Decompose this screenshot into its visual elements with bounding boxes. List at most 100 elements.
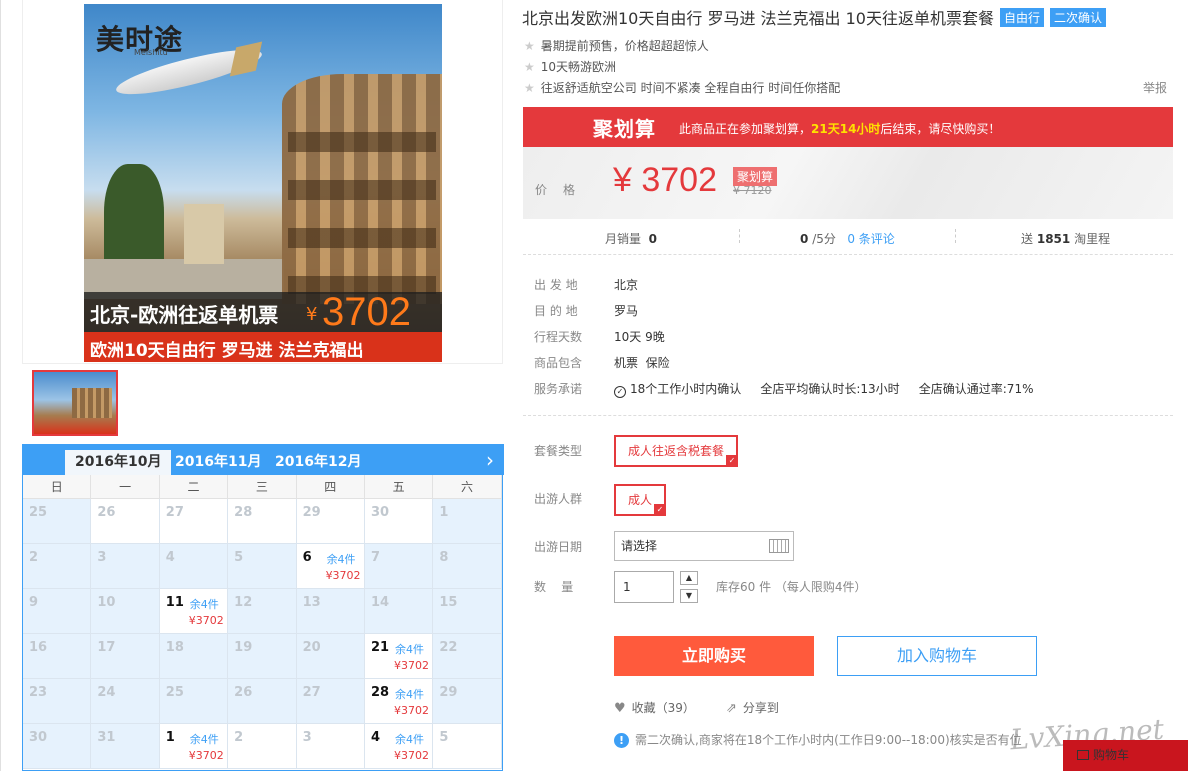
info-value-duration: 10天 9晚 [614, 330, 665, 344]
calendar-day-number: 15 [439, 595, 458, 610]
report-link[interactable]: 举报 [1143, 79, 1167, 96]
calendar-day-available[interactable]: 11 余4件 ¥3702 [159, 589, 229, 634]
reviews-link[interactable]: 0 条评论 [847, 232, 894, 246]
calendar-day-price: ¥3702 [393, 749, 429, 762]
calendar-day-number: 9 [29, 595, 39, 610]
calendar-day-available[interactable]: 21 余4件 ¥3702 [364, 634, 434, 679]
add-to-cart-button[interactable]: 加入购物车 [837, 636, 1037, 676]
traveler-label: 出游人群 [534, 492, 583, 506]
calendar-day-number: 27 [302, 685, 321, 700]
image-colosseum-arches [288, 104, 436, 294]
calendar-day: 28 [228, 499, 297, 544]
calendar-day-stock: 余4件 [326, 553, 356, 566]
calendar-day-stock: 余4件 [394, 733, 424, 746]
calendar-day-available[interactable]: 1 余4件 ¥3702 [159, 724, 229, 769]
monthly-sales: 月销量 0 [605, 230, 657, 247]
favorite-button[interactable]: ♥ 收藏（39） [614, 699, 695, 716]
calendar-icon[interactable] [769, 539, 789, 553]
buy-now-button[interactable]: 立即购买 [614, 636, 814, 676]
calendar-weekdays: 日一二三四五六 [23, 475, 502, 499]
share-label: 分享到 [742, 701, 779, 715]
info-label-includes: 商品包含 [534, 356, 583, 370]
calendar-day-number: 3 [97, 550, 107, 565]
calendar-day: 5 [228, 544, 297, 589]
cart-icon [1077, 750, 1089, 760]
product-main-image[interactable]: 美时途 Meishitu 北京-欧洲往返单机票 ¥ 3702 欧洲10天自由行 … [84, 4, 442, 362]
calendar-day: 15 [433, 589, 502, 634]
calendar-day-number: 5 [439, 730, 449, 745]
date-placeholder: 请选择 [621, 539, 658, 553]
calendar-tab-month-3[interactable]: 2016年12月 [265, 450, 371, 475]
floating-cart-button[interactable]: 购物车 [1063, 740, 1188, 771]
monthly-sales-value: 0 [648, 232, 658, 246]
feature-item: ★ 10天畅游欧洲 [524, 58, 616, 75]
calendar-day-number: 26 [234, 685, 253, 700]
calendar-day: 13 [296, 589, 365, 634]
feature-text: 往返舒适航空公司 时间不紧凑 全程自由行 时间任你搭配 [540, 81, 841, 95]
calendar-day-available[interactable]: 6 余4件 ¥3702 [296, 544, 365, 589]
calendar-day-number: 21 [370, 640, 390, 655]
calendar-tab-month-2[interactable]: 2016年11月 [165, 450, 271, 475]
main-image-box: 美时途 Meishitu 北京-欧洲往返单机票 ¥ 3702 欧洲10天自由行 … [22, 0, 503, 364]
favorite-label: 收藏（39） [631, 701, 695, 715]
calendar-day-price: ¥3702 [393, 704, 429, 717]
calendar-day: 3 [91, 544, 160, 589]
calendar-week-row: 2 3 4 5 6 余4件 ¥3702 7 8 [23, 544, 502, 589]
brand-logo-sub: Meishitu [134, 48, 168, 57]
calendar-day: 25 [23, 499, 92, 544]
price-label: 价格 [535, 183, 592, 197]
weekday-header: 六 [433, 475, 502, 498]
calendar-day: 8 [433, 544, 502, 589]
banner-subtitle-text: 欧洲10天自由行 罗马进 法兰克福出 [90, 341, 364, 361]
calendar-day-number: 23 [29, 685, 48, 700]
weekday-header: 五 [365, 475, 434, 498]
calendar-day-stock: 余4件 [394, 643, 424, 656]
points-prefix: 送 [1021, 232, 1034, 246]
calendar-tab-month-1[interactable]: 2016年10月 [65, 450, 172, 475]
gallery-column: 美时途 Meishitu 北京-欧洲往返单机票 ¥ 3702 欧洲10天自由行 … [22, 0, 504, 771]
info-value-destination: 罗马 [614, 304, 639, 318]
calendar-day-available[interactable]: 4 余4件 ¥3702 [364, 724, 434, 769]
package-option-adult-roundtrip[interactable]: 成人往返含税套餐 [614, 435, 738, 467]
check-circle-icon: ✓ [614, 386, 626, 398]
image-banner-subtitle: 欧洲10天自由行 罗马进 法兰克福出 [84, 332, 442, 362]
quantity-decrease-button[interactable]: ▼ [680, 589, 698, 603]
original-price: ¥ 7120 [733, 184, 772, 197]
weekday-header: 日 [23, 475, 92, 498]
points: 送 1851 淘里程 [1021, 230, 1110, 247]
quantity-increase-button[interactable]: ▲ [680, 571, 698, 585]
calendar-day: 3 [296, 724, 365, 769]
calendar-day-number: 29 [302, 505, 321, 520]
stats-divider [955, 229, 956, 243]
calendar-day-number: 26 [97, 505, 116, 520]
share-button[interactable]: ⇗ 分享到 [726, 699, 779, 716]
rating: 0 /5分 0 条评论 [800, 230, 895, 247]
stats-divider [739, 229, 740, 243]
banner-yen: ¥ [306, 304, 318, 325]
calendar-day: 27 [296, 679, 365, 724]
calendar-day-number: 31 [97, 730, 116, 745]
calendar-day: 23 [23, 679, 92, 724]
calendar-day-number: 10 [97, 595, 116, 610]
departure-calendar: 2016年10月 2016年11月 2016年12月 › 日一二三四五六 25 2… [22, 444, 504, 771]
info-value-includes: 机票 保险 [614, 356, 670, 370]
product-thumbnail[interactable] [32, 370, 118, 436]
calendar-day-available[interactable]: 28 余4件 ¥3702 [364, 679, 434, 724]
product-title-text: 北京出发欧洲10天自由行 罗马进 法兰克福出 10天往返单机票套餐 [522, 9, 994, 28]
feature-item: ★ 往返舒适航空公司 时间不紧凑 全程自由行 时间任你搭配 [524, 79, 840, 96]
calendar-day-number: 13 [302, 595, 321, 610]
price-box: 价格 ¥ 3702 聚划算 ¥ 7120 [523, 147, 1173, 219]
chevron-right-icon[interactable]: › [486, 448, 494, 472]
calendar-day-number: 4 [370, 730, 380, 745]
quantity-input[interactable]: 1 [614, 571, 674, 603]
promo-text: 此商品正在参加聚划算，21天14小时后结束，请尽快购买！ [679, 120, 1000, 137]
calendar-week-row: 23 24 25 26 27 28 余4件 ¥3702 29 [23, 679, 502, 724]
juhuasuan-logo: 聚划算 [593, 117, 656, 141]
calendar-day: 19 [228, 634, 297, 679]
traveler-option-adult[interactable]: 成人 [614, 484, 666, 516]
calendar-week-row: 25 26 27 28 29 30 1 [23, 499, 502, 544]
calendar-day: 17 [91, 634, 160, 679]
travel-date-input[interactable]: 请选择 [614, 531, 794, 561]
calendar-day: 10 [91, 589, 160, 634]
calendar-day-number: 17 [97, 640, 116, 655]
